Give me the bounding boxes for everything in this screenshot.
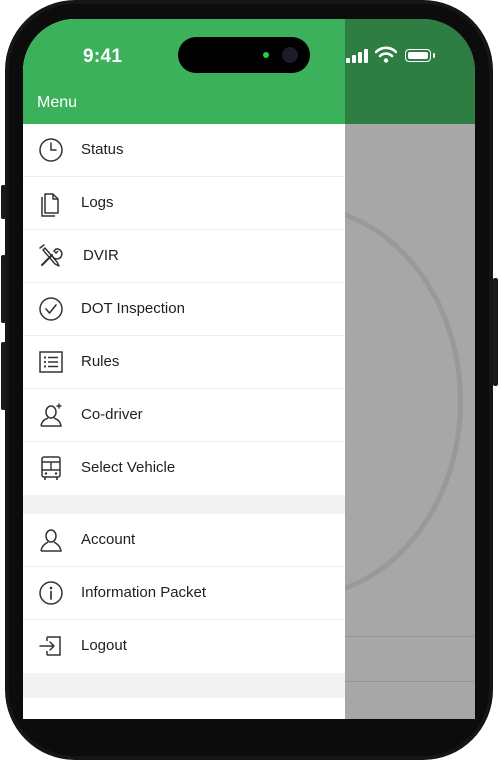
drawer-footer-space xyxy=(23,673,345,698)
bus-icon xyxy=(41,456,61,480)
menu-item-label: DOT Inspection xyxy=(81,300,185,317)
tools-icon xyxy=(39,244,63,267)
drawer-menu-list: Status Logs DVIR DOT Inspection Rules Co… xyxy=(23,124,345,698)
volume-up-button xyxy=(1,255,6,323)
menu-item-label: Status xyxy=(81,141,124,158)
menu-item-logs[interactable]: Logs xyxy=(23,177,345,230)
battery-icon xyxy=(405,49,431,62)
menu-item-status[interactable]: Status xyxy=(23,124,345,177)
clock-icon xyxy=(39,138,63,162)
menu-item-label: Logs xyxy=(81,194,114,211)
menu-item-label: Information Packet xyxy=(81,584,207,601)
section-separator xyxy=(23,495,345,514)
menu-item-label: Co-driver xyxy=(81,406,143,423)
info-icon xyxy=(39,581,63,605)
person-add-icon xyxy=(40,403,62,427)
menu-item-dvir[interactable]: DVIR xyxy=(23,230,345,283)
power-button xyxy=(493,278,498,386)
person-icon xyxy=(40,529,62,552)
menu-item-information-packet[interactable]: Information Packet xyxy=(23,567,345,620)
menu-item-label: Select Vehicle xyxy=(81,459,176,476)
menu-item-dot-inspection[interactable]: DOT Inspection xyxy=(23,283,345,336)
navigation-drawer: Menu Status Logs DVIR DOT Inspection Rul… xyxy=(23,19,345,719)
divider xyxy=(345,681,475,682)
menu-item-rules[interactable]: Rules xyxy=(23,336,345,389)
menu-item-label: Rules xyxy=(81,353,120,370)
action-button xyxy=(1,185,6,219)
divider xyxy=(345,636,475,637)
cellular-signal-icon xyxy=(346,49,368,63)
menu-item-select-vehicle[interactable]: Select Vehicle xyxy=(23,442,345,495)
screen: 9:41 Menu Status Logs DVIR DOT Inspectio… xyxy=(23,19,475,719)
wifi-icon xyxy=(375,46,397,63)
check-circle-icon xyxy=(39,297,63,321)
battery-cap xyxy=(433,53,435,58)
volume-down-button xyxy=(1,342,6,410)
dynamic-island xyxy=(178,37,310,73)
menu-item-co-driver[interactable]: Co-driver xyxy=(23,389,345,442)
camera-icon xyxy=(282,47,298,63)
menu-item-label: DVIR xyxy=(83,247,119,264)
list-icon xyxy=(39,351,63,373)
document-icon xyxy=(41,193,59,217)
menu-item-label: Logout xyxy=(81,637,127,654)
menu-item-label: Account xyxy=(81,531,136,548)
menu-item-logout[interactable]: Logout xyxy=(23,620,345,673)
logout-icon xyxy=(39,636,61,656)
status-bar: 9:41 xyxy=(23,19,475,93)
menu-item-account[interactable]: Account xyxy=(23,514,345,567)
camera-indicator-icon xyxy=(263,52,269,58)
menu-title: Menu xyxy=(37,94,78,111)
status-time: 9:41 xyxy=(83,46,123,67)
